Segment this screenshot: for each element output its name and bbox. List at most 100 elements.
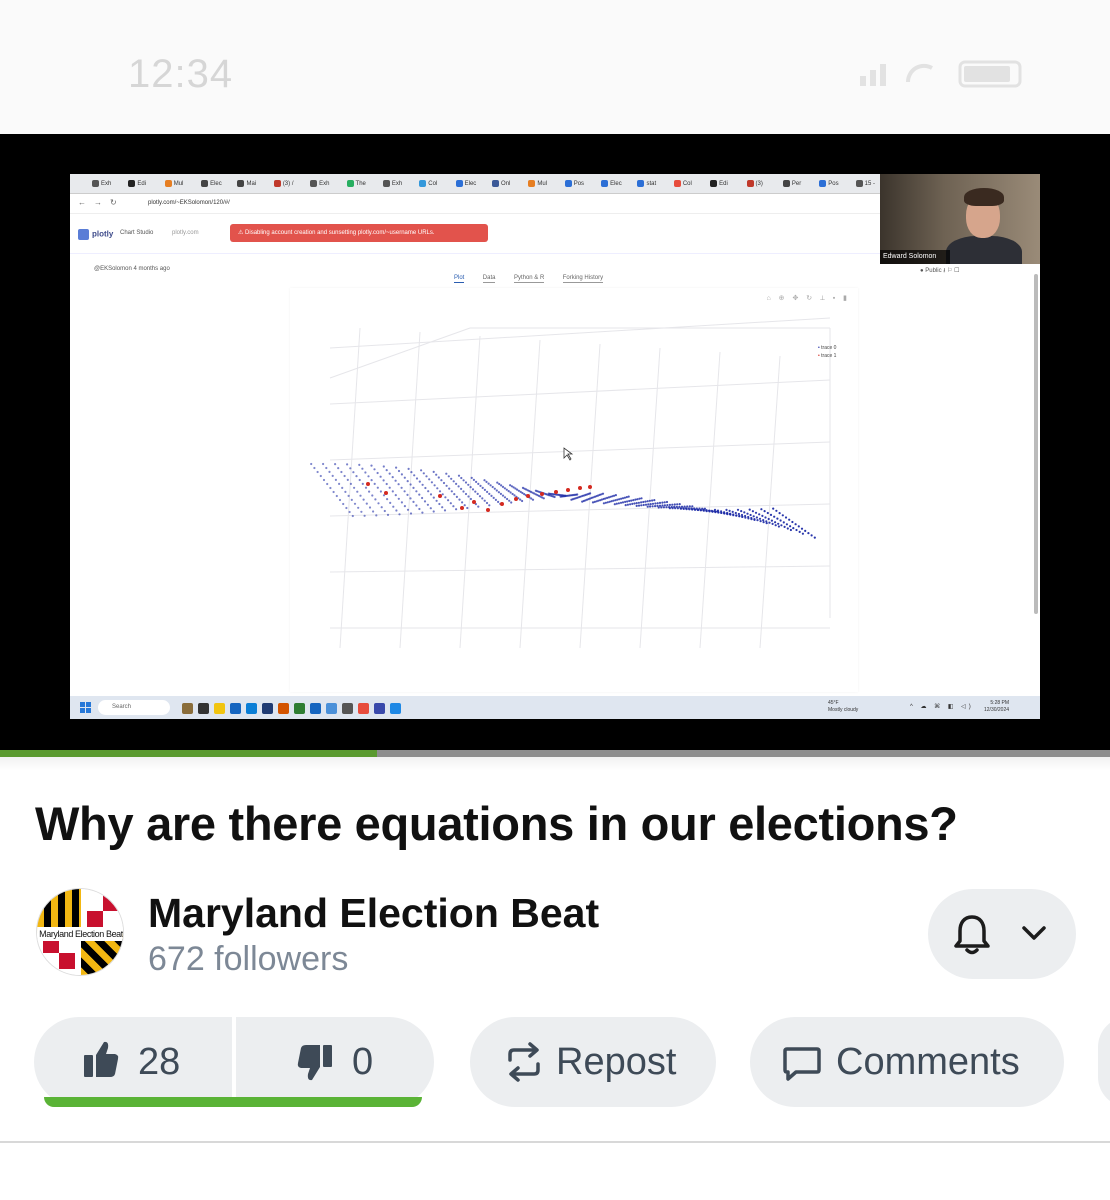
- browser-tab: The: [346, 178, 366, 190]
- trace-0-point: [449, 502, 452, 505]
- trace-0-point: [646, 505, 649, 508]
- trace-0-point: [350, 498, 353, 501]
- trace-0-point: [653, 499, 656, 502]
- trace-0-point: [481, 486, 484, 489]
- trace-0-point: [483, 479, 486, 482]
- plot-toolbar-row: @EKSolomon 4 months ago Plot Data Python…: [70, 258, 1040, 283]
- browser-tab-label: Mul: [537, 181, 548, 187]
- trace-0-point: [660, 506, 663, 509]
- trace-0-point: [770, 519, 773, 522]
- browser-tab-label: Exh: [319, 181, 330, 187]
- legend-label-trace-0: trace 0: [821, 345, 837, 351]
- trace-0-point: [415, 504, 418, 507]
- trace-0-point: [316, 470, 319, 474]
- tab-forking-history: Forking History: [562, 275, 604, 283]
- trace-0-point: [656, 502, 659, 505]
- video-progress-bar[interactable]: [0, 750, 1110, 757]
- trace-0-point: [621, 497, 625, 500]
- more-actions-button[interactable]: [1098, 1017, 1110, 1107]
- trace-0-point: [367, 475, 370, 478]
- trace-0-point: [406, 480, 409, 483]
- trace-1-point: [514, 497, 518, 501]
- browser-tab: Pos: [564, 178, 585, 190]
- repost-button[interactable]: Repost: [470, 1017, 716, 1107]
- trace-0-point: [340, 470, 343, 474]
- trace-0-point: [746, 512, 749, 515]
- trace-0-point: [615, 502, 618, 505]
- grid-line-diagonal: [329, 327, 471, 379]
- trace-0-point: [373, 482, 376, 485]
- trace-0-point: [501, 485, 505, 488]
- trace-0-point: [646, 500, 649, 503]
- browser-tab-label: Mul: [173, 181, 184, 187]
- trace-0-point: [364, 471, 367, 474]
- trace-0-point: [477, 505, 480, 508]
- trace-0-point: [807, 532, 810, 535]
- trace-0-point: [649, 505, 652, 508]
- trace-0-point: [777, 525, 780, 528]
- trace-0-point: [810, 534, 813, 537]
- browser-tab-favicon: [92, 179, 99, 187]
- thumbs-down-icon[interactable]: [296, 1043, 334, 1083]
- trace-0-point: [751, 510, 754, 513]
- trace-0-point: [337, 467, 340, 470]
- browser-tab: Edi: [128, 178, 146, 190]
- trace-0-point: [424, 486, 427, 490]
- trace-0-point: [322, 478, 326, 482]
- grid-line-horizontal: [329, 441, 831, 461]
- browser-tab-favicon: [273, 179, 281, 187]
- plot-3d-area: ⌂ ⊕ ✥ ↻ ⟂ ▪ ▮ • trace 0 • trace 1: [290, 288, 858, 692]
- trace-0-point: [310, 462, 313, 466]
- trace-0-point: [445, 484, 448, 487]
- taskbar-app-icon: [246, 703, 257, 714]
- trace-0-point: [394, 494, 397, 497]
- notification-button[interactable]: [928, 889, 1076, 979]
- trace-0-point: [510, 501, 513, 504]
- grid-line-vertical: [699, 351, 721, 649]
- legend-item-trace-1: • trace 1: [818, 352, 836, 360]
- trace-0-point: [634, 498, 637, 501]
- taskbar-app-icon: [310, 703, 321, 714]
- channel-name[interactable]: Maryland Election Beat: [148, 890, 599, 937]
- trace-0-point: [702, 508, 705, 511]
- trace-0-point: [657, 506, 660, 509]
- thumbs-up-icon[interactable]: [82, 1039, 120, 1079]
- trace-1-point: [384, 491, 388, 495]
- browser-tab-label: Pos: [573, 181, 585, 187]
- trace-0-point: [783, 525, 786, 528]
- trace-0-point: [409, 497, 412, 500]
- browser-tab: Elec: [455, 178, 476, 190]
- plotly-domain: plotly.com: [172, 230, 199, 236]
- trace-0-point: [403, 476, 406, 479]
- trace-0-point: [781, 514, 784, 517]
- trace-0-point: [477, 482, 480, 485]
- trace-0-point: [347, 494, 350, 497]
- comments-button[interactable]: Comments: [750, 1017, 1064, 1107]
- trace-0-point: [374, 498, 377, 501]
- trace-0-point: [780, 524, 783, 527]
- trace-0-point: [501, 494, 505, 497]
- chevron-down-icon: [1022, 926, 1046, 940]
- trace-0-point: [341, 486, 344, 489]
- trace-0-point: [688, 505, 691, 508]
- browser-tab-favicon: [855, 179, 863, 187]
- browser-tab: Mul: [164, 178, 184, 190]
- trace-0-point: [488, 492, 491, 495]
- plotly-logo-icon: [78, 229, 89, 240]
- trace-0-point: [683, 505, 686, 508]
- trace-0-point: [636, 498, 639, 501]
- trace-0-point: [756, 519, 759, 522]
- tab-data: Data: [482, 275, 496, 283]
- taskbar-weather: 45°F Mostly cloudy: [828, 700, 858, 714]
- trace-0-point: [328, 470, 331, 473]
- trace-0-point: [435, 499, 438, 502]
- channel-avatar[interactable]: Maryland Election Beat: [36, 888, 124, 976]
- trace-0-point: [663, 501, 666, 504]
- trace-0-point: [429, 493, 433, 496]
- trace-0-point: [773, 515, 776, 518]
- trace-0-point: [769, 513, 773, 516]
- trace-0-point: [357, 506, 360, 509]
- trace-0-point: [479, 484, 482, 487]
- browser-tab-favicon: [237, 179, 245, 187]
- video-player[interactable]: Exh Edi Mul Elec Mai (3) / Exh The Exh Col Elec Onl…: [0, 134, 1110, 750]
